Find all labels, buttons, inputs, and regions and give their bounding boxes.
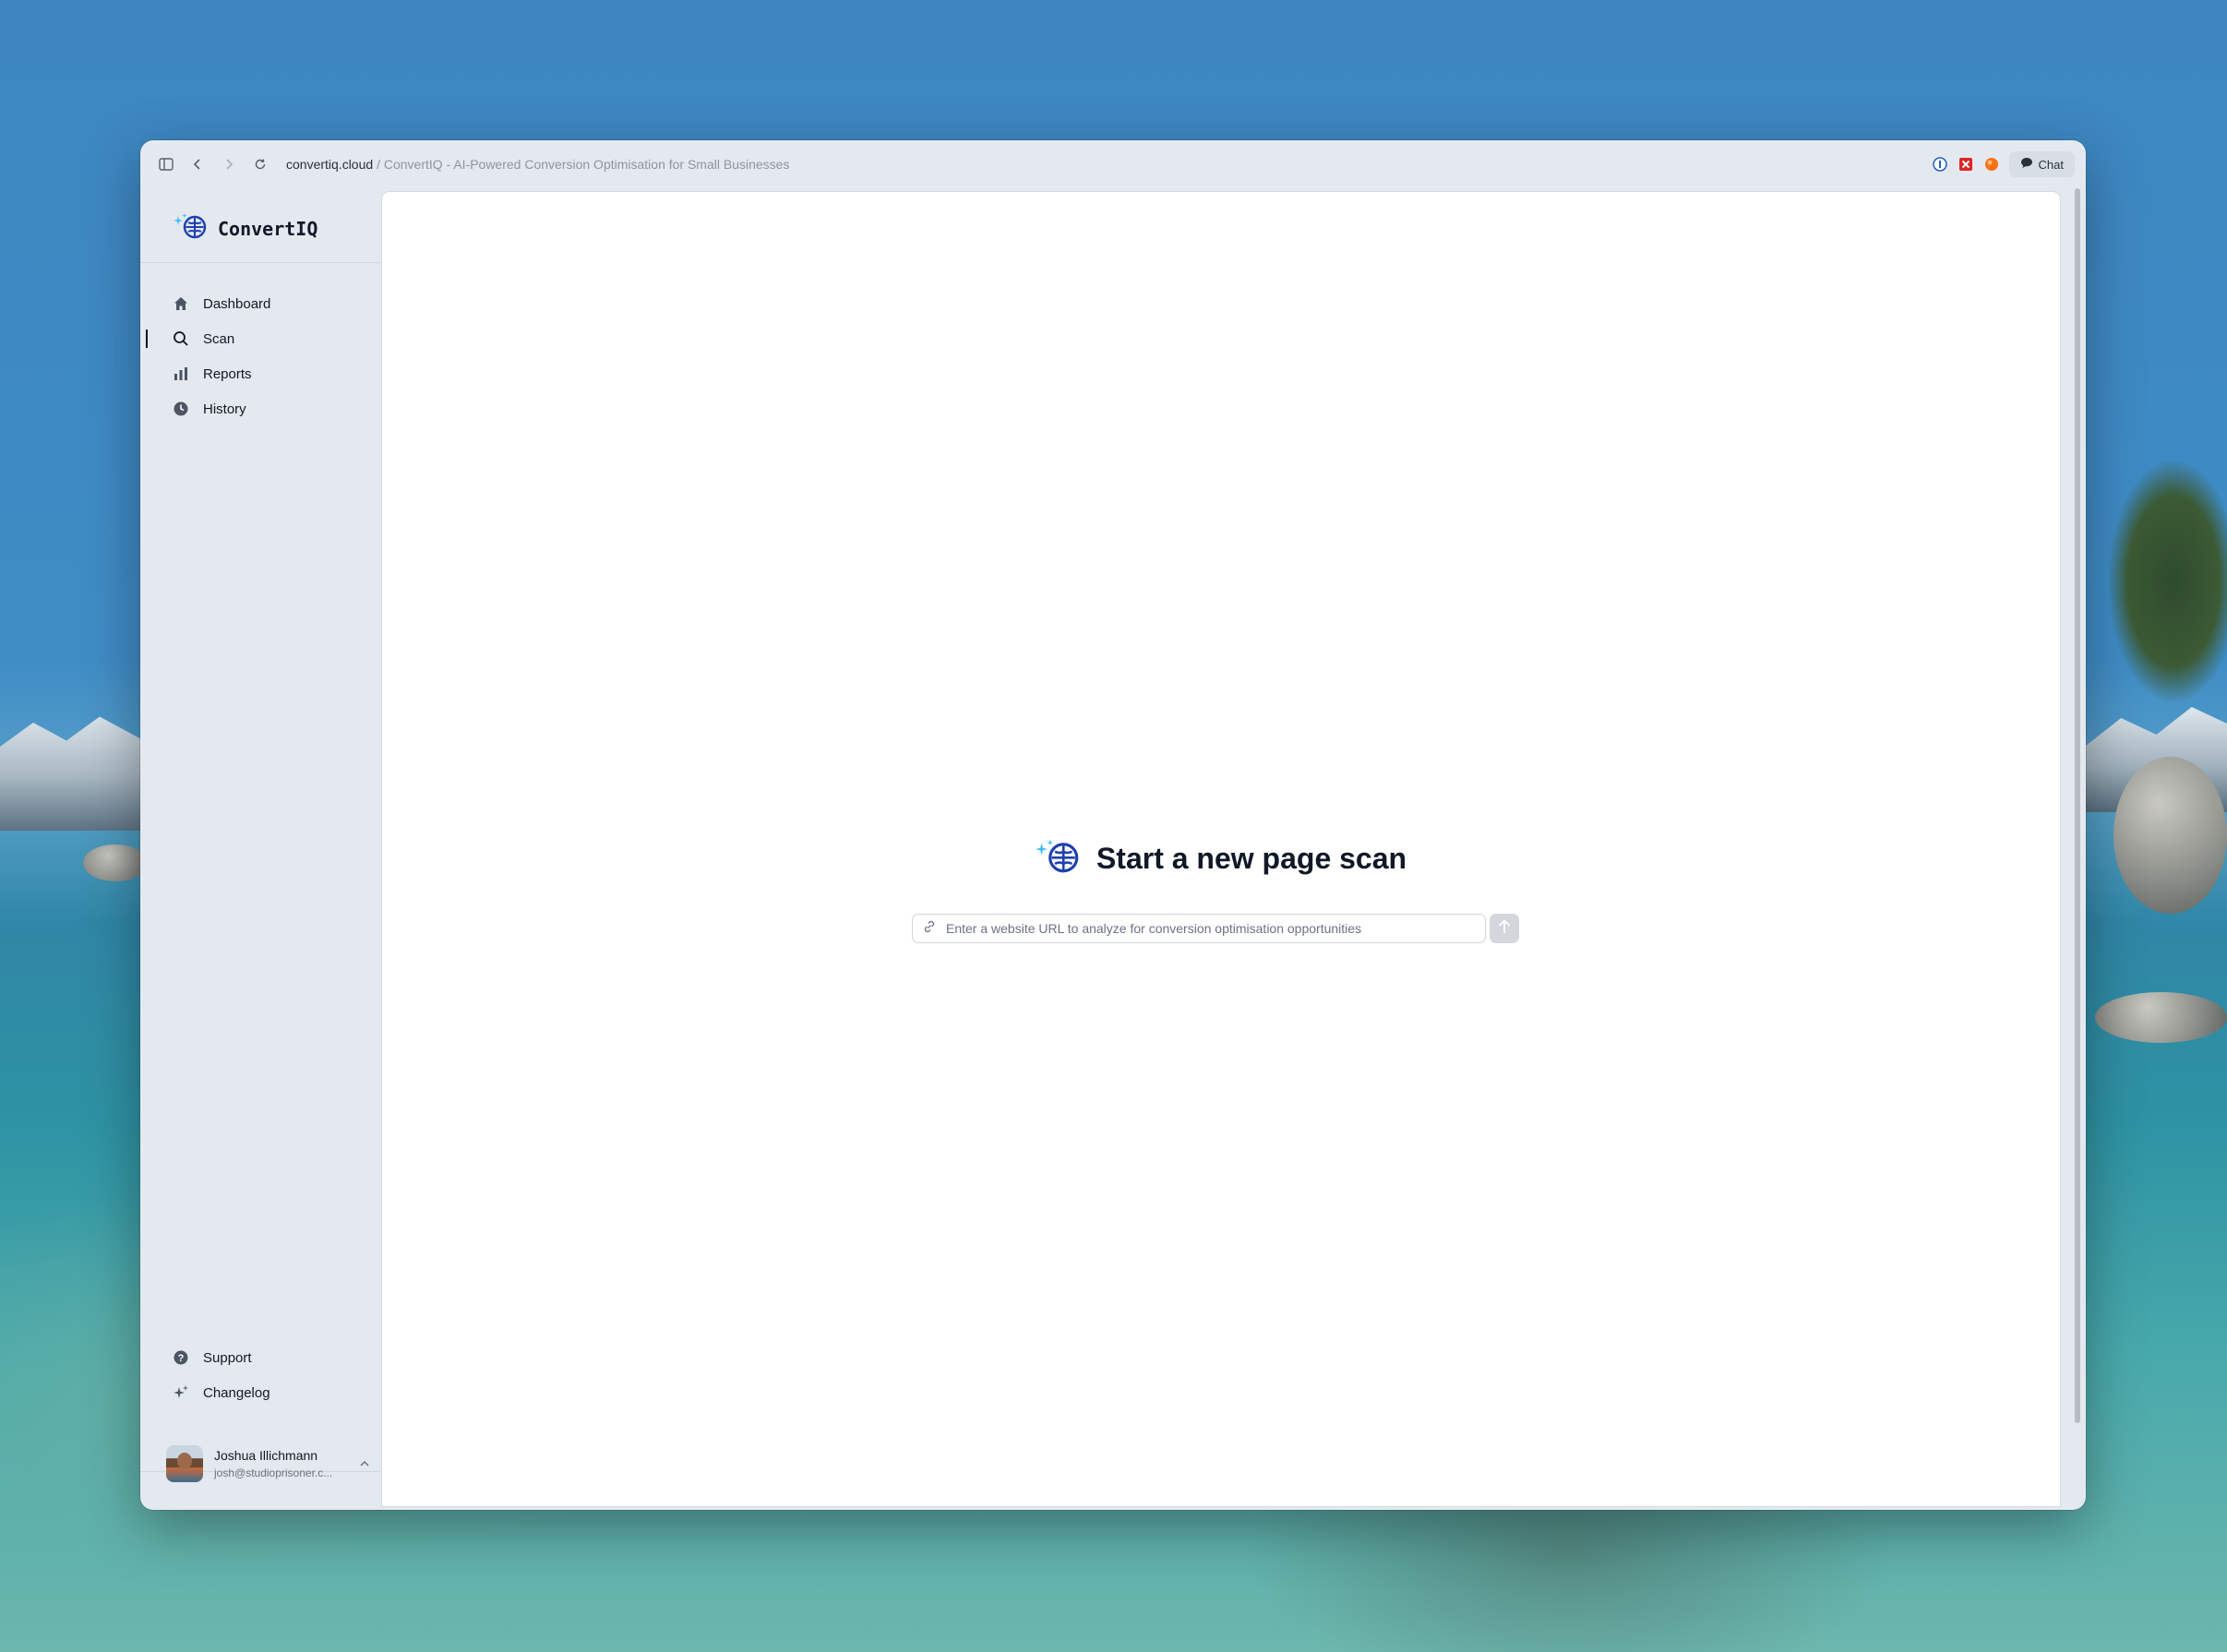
search-icon [172,329,190,348]
sidebar-item-dashboard[interactable]: Dashboard [159,286,369,321]
user-name: Joshua Illichmann [214,1448,318,1463]
scan-form [912,914,1519,943]
sidebar-item-label: Changelog [203,1384,270,1401]
brand-logo[interactable]: ConvertIQ [174,212,317,245]
main-content: Start a new page scan [382,192,2060,1506]
sidebar-item-changelog[interactable]: Changelog [159,1375,369,1410]
sidebar-nav: Dashboard Scan Reports History [146,286,369,426]
chevron-up-icon [360,1457,369,1470]
url-input-box[interactable] [912,914,1486,943]
sidebar-item-label: Scan [203,330,235,347]
blocker-extension-icon[interactable] [1958,156,1974,173]
sidebar-item-label: Dashboard [203,295,271,312]
clock-icon [172,400,190,418]
sidebar-toggle-icon[interactable] [155,153,177,175]
user-menu[interactable]: Joshua Illichmann josh@studioprisoner.c.… [166,1443,369,1484]
sidebar-item-label: Reports [203,365,252,382]
sparkles-icon [172,1383,190,1402]
tree [2109,461,2227,701]
back-icon[interactable] [186,153,209,175]
scrollbar[interactable] [2075,188,2080,1423]
sidebar: ConvertIQ Dashboard Scan Reports History… [140,188,380,1510]
rock [83,844,148,881]
link-icon [922,919,937,939]
page-title: Start a new page scan [1096,842,1407,875]
browser-toolbar: convertiq.cloud / ConvertIQ - AI-Powered… [140,140,2086,188]
user-email: josh@studioprisoner.c... [214,1466,333,1479]
sidebar-item-history[interactable]: History [159,391,369,426]
brain-sparkle-icon [174,212,209,245]
chat-button[interactable]: Chat [2008,151,2075,177]
page-tab-title: ConvertIQ - AI-Powered Conversion Optimi… [383,157,790,172]
avatar [166,1445,203,1482]
brain-sparkle-icon [1035,838,1082,880]
submit-scan-button[interactable] [1490,914,1519,943]
arrow-up-icon [1497,918,1512,940]
rock [2113,757,2227,914]
url-domain: convertiq.cloud [286,157,374,172]
chat-bubble-icon [2020,157,2033,172]
password-manager-icon[interactable] [1932,156,1948,173]
address-bar[interactable]: convertiq.cloud / ConvertIQ - AI-Powered… [286,157,789,172]
forward-icon[interactable] [218,153,240,175]
svg-text:?: ? [178,1353,185,1364]
browser-window: convertiq.cloud / ConvertIQ - AI-Powered… [140,140,2086,1510]
sidebar-divider [140,262,380,263]
sidebar-item-reports[interactable]: Reports [159,356,369,391]
scan-hero: Start a new page scan [382,838,2060,880]
url-separator: / [377,157,380,172]
orange-extension-icon[interactable] [1983,156,2000,173]
rock [2095,992,2227,1043]
sidebar-footer-nav: ? Support Changelog [159,1340,369,1410]
reload-icon[interactable] [249,153,271,175]
url-input[interactable] [944,920,1476,937]
sidebar-item-scan[interactable]: Scan [146,321,369,356]
sidebar-item-label: Support [203,1349,252,1366]
help-circle-icon: ? [172,1348,190,1367]
sidebar-item-label: History [203,401,246,417]
home-icon [172,294,190,313]
brand-name: ConvertIQ [218,217,318,240]
chat-label: Chat [2038,157,2064,172]
bar-chart-icon [172,365,190,383]
sidebar-item-support[interactable]: ? Support [159,1340,369,1375]
